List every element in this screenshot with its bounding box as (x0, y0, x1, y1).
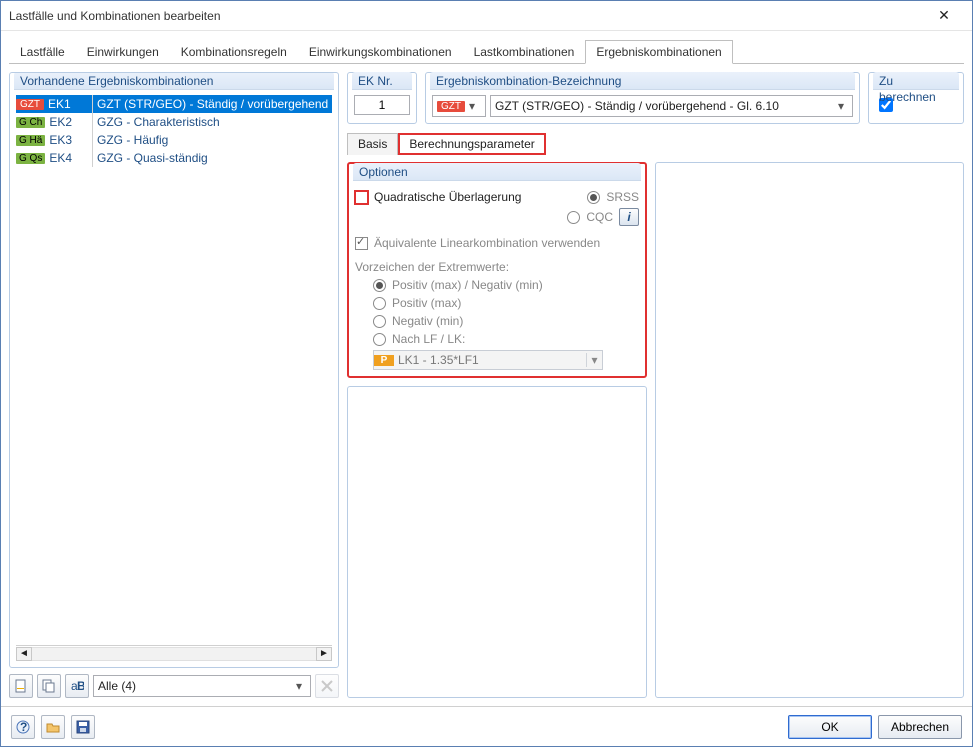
copy-icon (42, 679, 56, 693)
lower-panels: Optionen Quadratische Überlagerung SRSS (347, 162, 964, 698)
tab-einwirkungskombinationen[interactable]: Einwirkungskombinationen (298, 40, 463, 64)
scroll-left-icon[interactable]: ◄ (16, 647, 32, 661)
lincomb-checkbox[interactable] (355, 237, 368, 250)
options-column: Optionen Quadratische Überlagerung SRSS (347, 162, 647, 698)
srss-radio[interactable] (587, 191, 600, 204)
filter-combo[interactable]: Alle (4) ▾ (93, 675, 311, 697)
designation-box: Ergebniskombination-Bezeichnung GZT ▾ GZ… (425, 72, 860, 124)
left-toolbar: aB Alle (4) ▾ (9, 668, 339, 698)
help-button[interactable]: ? (11, 715, 35, 739)
sign-opt-3: Negativ (min) (355, 314, 639, 328)
window-title: Lastfälle und Kombinationen bearbeiten (9, 9, 924, 23)
numbering-button[interactable]: aB (65, 674, 89, 698)
designation-combo[interactable]: GZT (STR/GEO) - Ständig / vorübergehend … (490, 95, 853, 117)
tab-kombinationsregeln[interactable]: Kombinationsregeln (170, 40, 298, 64)
cqc-radio[interactable] (567, 211, 580, 224)
ok-button[interactable]: OK (788, 715, 872, 739)
save-icon (76, 720, 90, 734)
options-box: Optionen Quadratische Überlagerung SRSS (347, 162, 647, 378)
sign-radio-neg[interactable] (373, 315, 386, 328)
delete-icon (320, 679, 334, 693)
right-area: EK Nr. Ergebniskombination-Bezeichnung G… (347, 72, 964, 698)
sign-heading: Vorzeichen der Extremwerte: (355, 260, 639, 274)
cancel-button[interactable]: Abbrechen (878, 715, 962, 739)
bottom-bar: ? OK Abbrechen (1, 706, 972, 746)
list-item[interactable]: G HäEK3 GZG - Häufig (16, 131, 332, 149)
ek-list[interactable]: GZTEK1 GZT (STR/GEO) - Ständig / vorüber… (16, 95, 332, 645)
sign-radio-posneg[interactable] (373, 279, 386, 292)
svg-text:?: ? (20, 720, 27, 734)
calculate-box: Zu berechnen (868, 72, 964, 124)
chevron-down-icon: ▾ (465, 99, 479, 113)
renumber-icon: aB (70, 679, 84, 693)
list-item[interactable]: G ChEK2 GZG - Charakteristisch (16, 113, 332, 131)
list-item[interactable]: GZTEK1 GZT (STR/GEO) - Ständig / vorüber… (16, 95, 332, 113)
main-area: Vorhandene Ergebniskombinationen GZTEK1 … (9, 64, 964, 698)
chevron-down-icon: ▾ (834, 99, 848, 113)
row-quadratic: Quadratische Überlagerung SRSS (355, 190, 639, 204)
copy-button[interactable] (37, 674, 61, 698)
quadratic-checkbox[interactable] (355, 191, 368, 204)
header-boxes: EK Nr. Ergebniskombination-Bezeichnung G… (347, 72, 964, 124)
sign-opt-4: Nach LF / LK: (355, 332, 639, 346)
new-button[interactable] (9, 674, 33, 698)
ek-list-legend: Vorhandene Ergebniskombinationen (14, 72, 334, 90)
info-button[interactable]: i (619, 208, 639, 226)
ekn-input[interactable] (354, 95, 410, 115)
save-button[interactable] (71, 715, 95, 739)
tab-einwirkungen[interactable]: Einwirkungen (76, 40, 170, 64)
titlebar: Lastfälle und Kombinationen bearbeiten ✕ (1, 1, 972, 31)
sign-radio-pos[interactable] (373, 297, 386, 310)
svg-text:B: B (77, 679, 84, 693)
tab-lastkombinationen[interactable]: Lastkombinationen (463, 40, 586, 64)
row-lincomb: Äquivalente Linearkombination verwenden (355, 236, 639, 250)
main-tabstrip: Lastfälle Einwirkungen Kombinationsregel… (9, 39, 964, 64)
sign-radio-lflk[interactable] (373, 333, 386, 346)
dialog-window: Lastfälle und Kombinationen bearbeiten ✕… (0, 0, 973, 747)
scroll-track[interactable] (32, 647, 316, 661)
content-area: Lastfälle Einwirkungen Kombinationsregel… (1, 31, 972, 706)
chevron-down-icon: ▾ (292, 679, 306, 693)
subtab-berechnungsparameter[interactable]: Berechnungsparameter (398, 133, 545, 155)
left-panel: Vorhandene Ergebniskombinationen GZTEK1 … (9, 72, 339, 698)
scroll-right-icon[interactable]: ► (316, 647, 332, 661)
horizontal-scrollbar[interactable]: ◄ ► (16, 645, 332, 661)
list-item[interactable]: G QsEK4 GZG - Quasi-ständig (16, 149, 332, 167)
sign-opt-2: Positiv (max) (355, 296, 639, 310)
folder-icon (46, 720, 60, 734)
ek-list-box: Vorhandene Ergebniskombinationen GZTEK1 … (9, 72, 339, 668)
subtab-basis[interactable]: Basis (347, 133, 398, 155)
empty-panel-left (347, 386, 647, 698)
folder-button[interactable] (41, 715, 65, 739)
tab-ergebniskombinationen[interactable]: Ergebniskombinationen (585, 40, 732, 64)
close-button[interactable]: ✕ (924, 5, 964, 27)
ekn-box: EK Nr. (347, 72, 417, 124)
new-doc-icon (14, 679, 28, 693)
row-cqc: CQC i (355, 208, 639, 226)
tab-lastfaelle[interactable]: Lastfälle (9, 40, 76, 64)
sign-opt-1: Positiv (max) / Negativ (min) (355, 278, 639, 292)
help-icon: ? (16, 720, 30, 734)
delete-button[interactable] (315, 674, 339, 698)
empty-panel-right (655, 162, 964, 698)
sub-tabstrip: Basis Berechnungsparameter (347, 132, 964, 154)
chevron-down-icon: ▾ (586, 353, 602, 367)
type-combo[interactable]: GZT ▾ (432, 95, 486, 117)
lflk-combo[interactable]: P LK1 - 1.35*LF1 ▾ (373, 350, 603, 370)
